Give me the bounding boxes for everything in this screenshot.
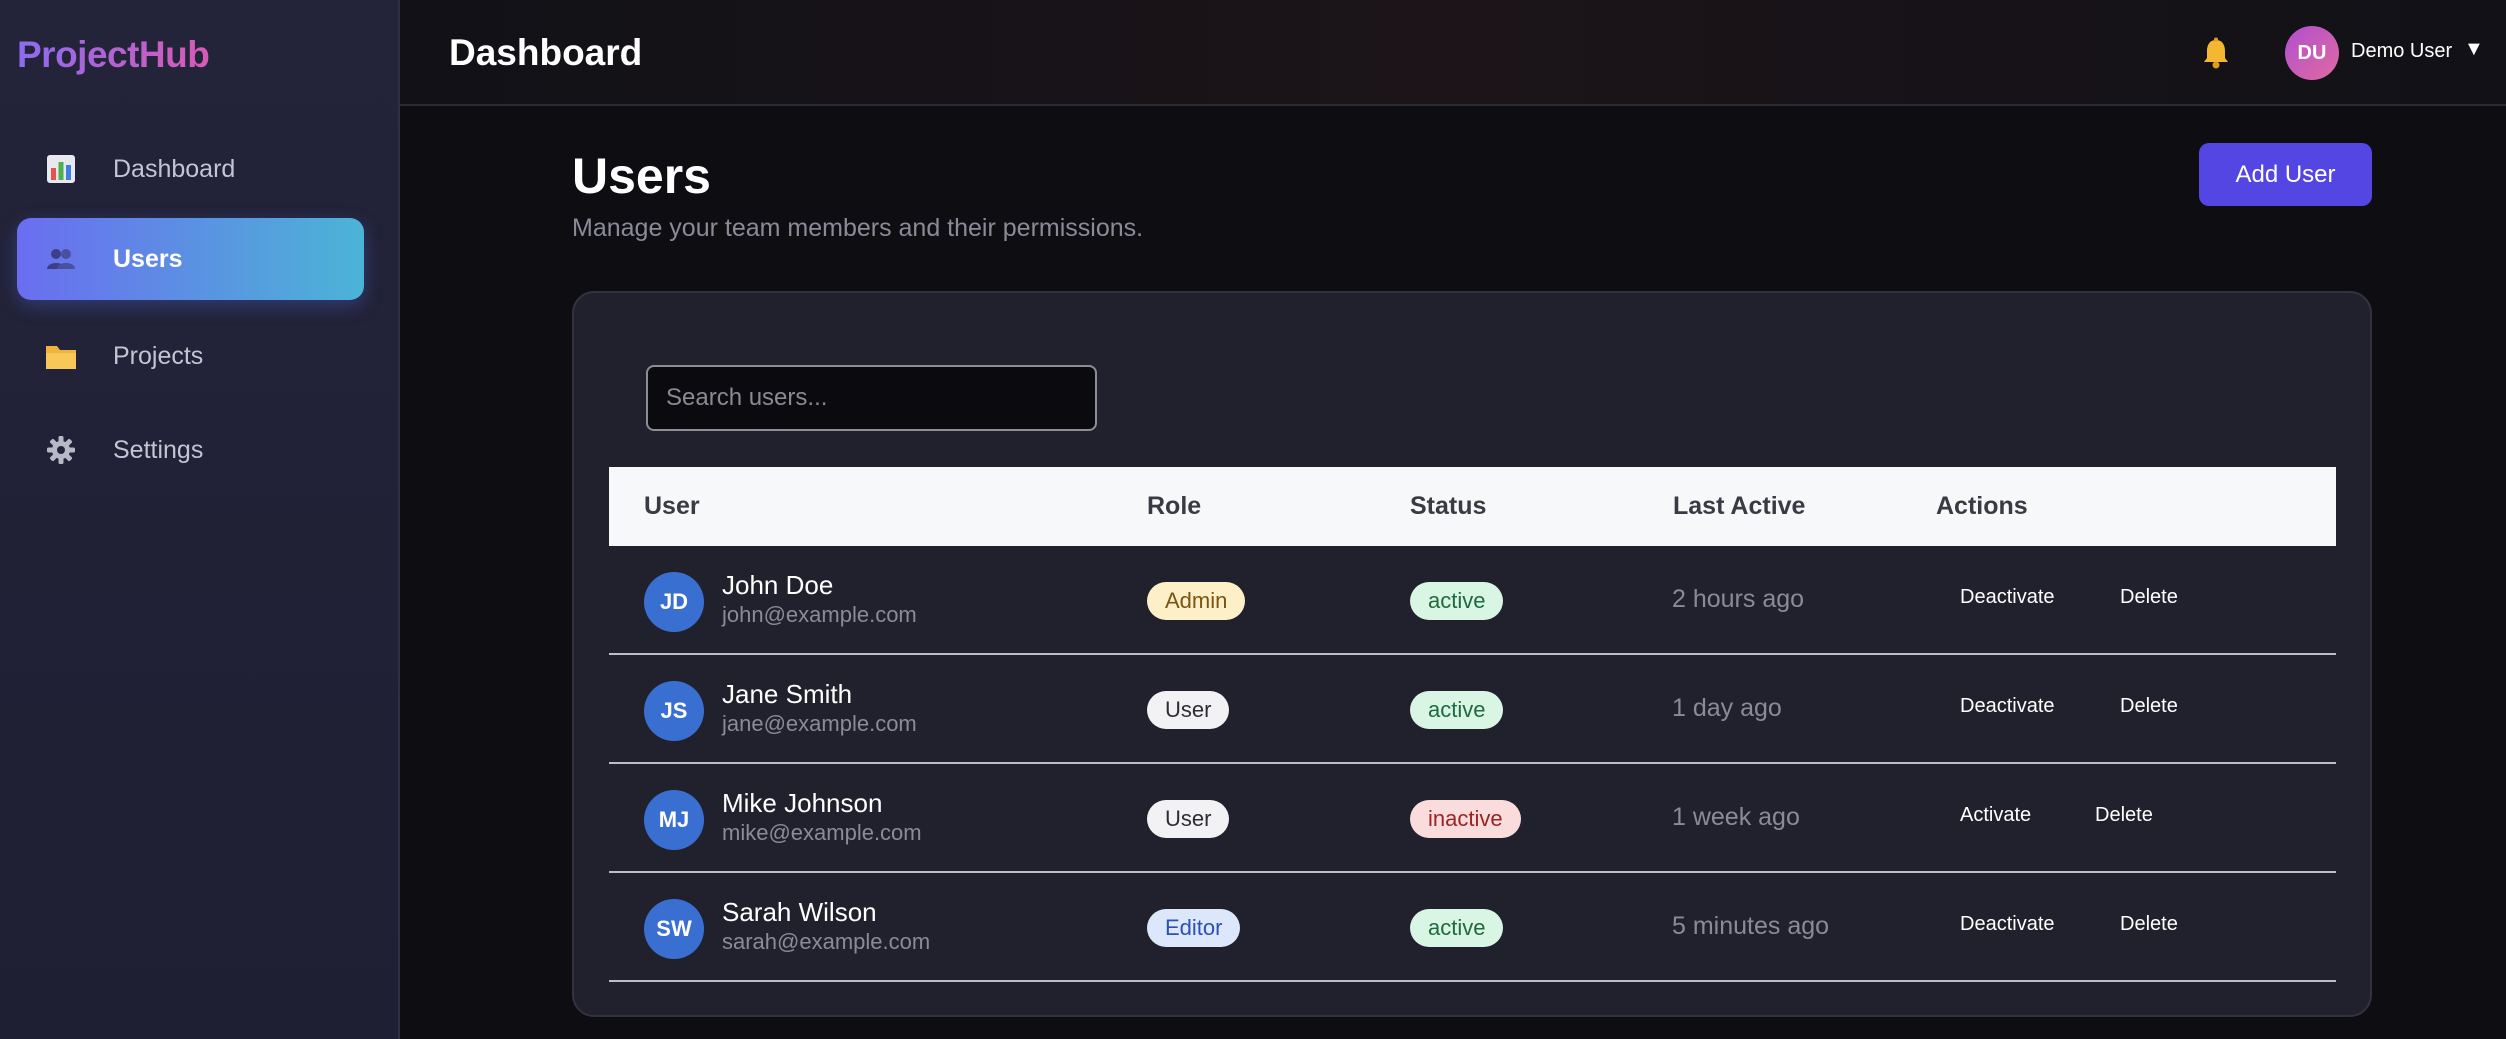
role-badge: Editor [1147,909,1241,947]
user-email-cell: mike@example.com [722,820,922,845]
last-active-cell: 2 hours ago [1672,585,1805,613]
header-title: Dashboard [449,32,643,73]
page-title: Users [572,148,711,204]
column-header-actions: Actions [1936,492,2028,520]
last-active-cell: 1 week ago [1672,803,1800,831]
delete-button[interactable]: Delete [2120,691,2178,722]
status-badge: active [1410,582,1504,620]
user-name-cell: Mike Johnson [722,788,883,818]
gear-icon [45,434,77,466]
delete-button[interactable]: Delete [2095,800,2153,831]
avatar: JS [644,681,704,741]
brand-logo[interactable]: ProjectHub [17,34,210,76]
last-active-cell: 1 day ago [1672,694,1782,722]
status-badge: active [1410,909,1504,947]
status-badge: inactive [1410,800,1521,838]
column-header-status: Status [1410,492,1487,520]
search-input[interactable] [646,365,1097,431]
user-email-cell: jane@example.com [722,711,917,736]
deactivate-button[interactable]: Deactivate [1960,909,2055,940]
user-email-cell: sarah@example.com [722,929,931,954]
sidebar-item-projects[interactable]: Projects [17,315,364,397]
column-header-user: User [644,492,700,520]
sidebar-item-dashboard[interactable]: Dashboard [17,128,364,210]
table-row: JD John Doe john@example.com Admin activ… [609,546,2336,655]
table-header: User Role Status Last Active Actions [609,467,2336,546]
user-name-cell: Sarah Wilson [722,897,877,927]
avatar: SW [644,899,704,959]
avatar: JD [644,572,704,632]
column-header-last-active: Last Active [1673,492,1806,520]
last-active-cell: 5 minutes ago [1672,912,1830,940]
sidebar-item-settings[interactable]: Settings [17,409,364,491]
chevron-down-icon[interactable]: ▼ [2464,38,2484,61]
bar-chart-icon [45,153,77,185]
users-icon [45,243,77,275]
activate-button[interactable]: Activate [1960,800,2031,831]
user-name-cell: John Doe [722,570,834,600]
role-badge: User [1147,691,1230,729]
column-header-role: Role [1147,492,1202,520]
delete-button[interactable]: Delete [2120,582,2178,613]
table-row: JS Jane Smith jane@example.com User acti… [609,655,2336,764]
user-avatar[interactable]: DU [2285,26,2339,80]
delete-button[interactable]: Delete [2120,909,2178,940]
bell-icon[interactable] [2199,36,2233,70]
deactivate-button[interactable]: Deactivate [1960,582,2055,613]
top-header: Dashboard DU Demo User ▼ [400,0,2506,106]
sidebar-item-label: Projects [113,341,204,370]
sidebar-item-label: Settings [113,435,204,464]
user-name-cell: Jane Smith [722,679,853,709]
sidebar-item-users[interactable]: Users [17,218,364,300]
folder-icon [45,340,77,372]
table-row: SW Sarah Wilson sarah@example.com Editor… [609,873,2336,982]
sidebar: ProjectHub Dashboard Users Projects Sett… [0,0,400,1039]
page-subtitle: Manage your team members and their permi… [572,214,1144,242]
status-badge: active [1410,691,1504,729]
table-row: MJ Mike Johnson mike@example.com User in… [609,764,2336,873]
role-badge: User [1147,800,1230,838]
avatar: MJ [644,790,704,850]
role-badge: Admin [1147,582,1246,620]
user-email-cell: john@example.com [722,602,917,627]
users-card: User Role Status Last Active Actions JD … [572,291,2372,1017]
add-user-button[interactable]: Add User [2199,143,2372,206]
deactivate-button[interactable]: Deactivate [1960,691,2055,722]
user-name[interactable]: Demo User [2351,40,2452,63]
sidebar-item-label: Dashboard [113,154,236,183]
sidebar-item-label: Users [113,244,183,273]
